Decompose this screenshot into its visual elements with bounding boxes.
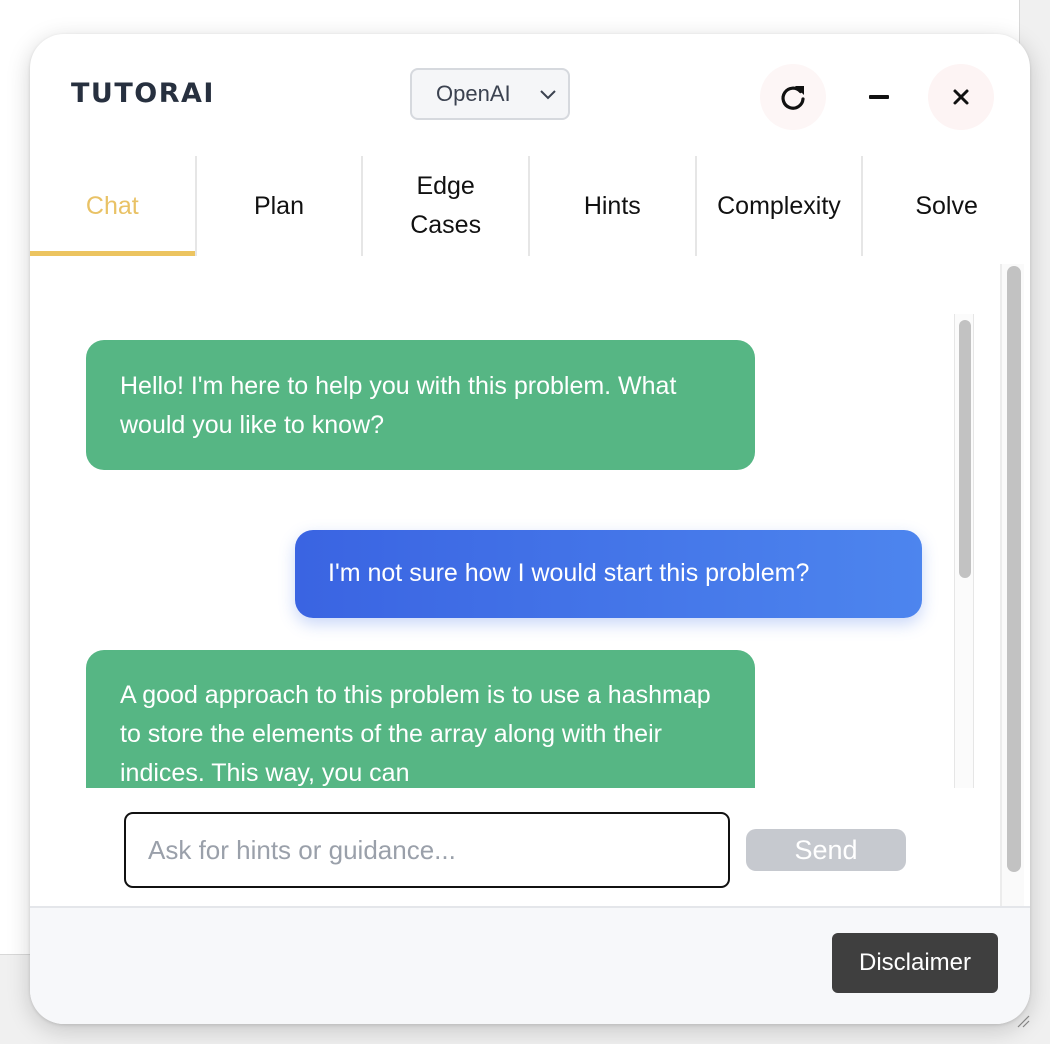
provider-select[interactable]: OpenAI (410, 68, 570, 120)
tutor-panel: TUTORAI OpenAI Chat Plan Edge Cases Hint… (30, 34, 1030, 1024)
user-message: I'm not sure how I would start this prob… (295, 530, 922, 618)
minus-icon (869, 95, 889, 99)
tab-complexity[interactable]: Complexity (697, 156, 864, 256)
brand-title: TUTORAI (71, 78, 215, 109)
outer-scrollbar-thumb[interactable] (1007, 266, 1021, 872)
provider-selected-value: OpenAI (436, 81, 511, 106)
assistant-message: A good approach to this problem is to us… (86, 650, 755, 788)
refresh-button[interactable] (760, 64, 826, 130)
send-button[interactable]: Send (746, 829, 906, 871)
tab-label: Chat (85, 191, 139, 220)
disclaimer-button[interactable]: Disclaimer (832, 933, 998, 993)
tab-label: Edge Cases (410, 172, 482, 239)
ask-input[interactable] (124, 812, 730, 888)
tab-chat[interactable]: Chat (30, 156, 197, 256)
tab-label: Hints (583, 191, 641, 220)
close-button[interactable] (928, 64, 994, 130)
tab-label: Solve (915, 191, 978, 220)
close-icon (953, 89, 969, 105)
tab-label: Complexity (717, 191, 841, 220)
chevron-down-icon (540, 90, 556, 100)
message-list[interactable]: Hello! I'm here to help you with this pr… (86, 316, 956, 788)
message-scrollbar-thumb[interactable] (959, 320, 971, 578)
footer: Disclaimer (30, 906, 1030, 1024)
tab-solve[interactable]: Solve (863, 156, 1030, 256)
tab-hints[interactable]: Hints (530, 156, 697, 256)
chat-content: Hello! I'm here to help you with this pr… (30, 256, 1030, 908)
tab-label: Plan (253, 191, 304, 220)
refresh-icon (781, 86, 805, 110)
tab-edge-cases[interactable]: Edge Cases (363, 156, 530, 256)
assistant-message: Hello! I'm here to help you with this pr… (86, 340, 755, 470)
tab-plan[interactable]: Plan (197, 156, 364, 256)
tab-bar: Chat Plan Edge Cases Hints Complexity So… (30, 156, 1030, 256)
minimize-button[interactable] (846, 64, 912, 130)
